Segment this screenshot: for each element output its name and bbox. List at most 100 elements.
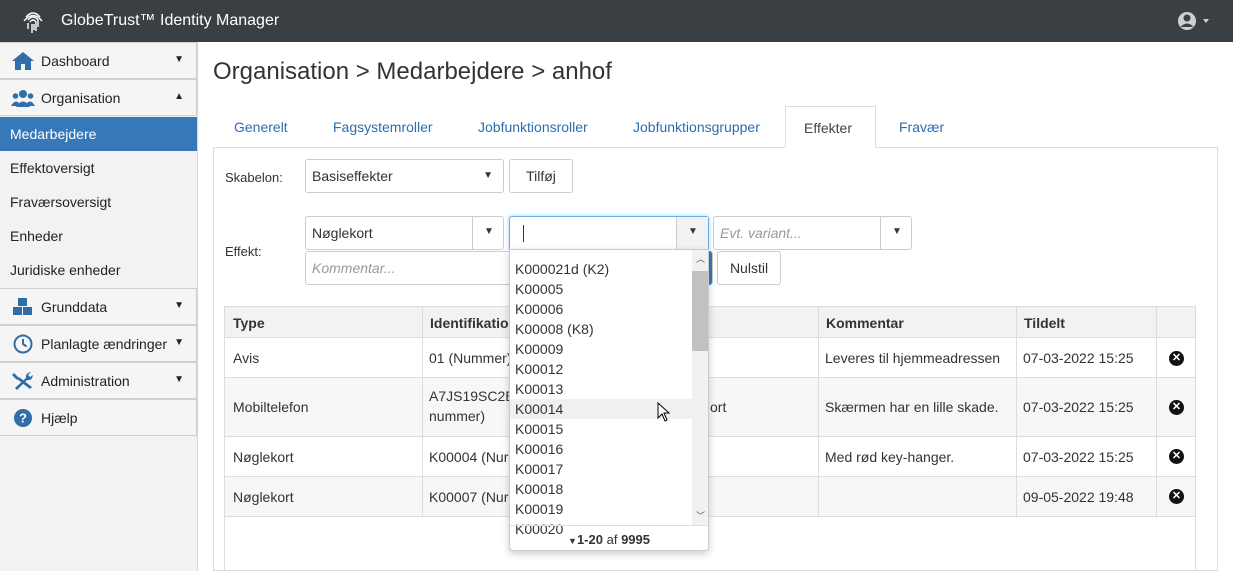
cell-tildelt: 07-03-2022 15:25	[1023, 449, 1134, 465]
identifikation-select-arrow[interactable]: ▼	[676, 217, 708, 249]
sidebar-item-organisation[interactable]: Organisation ▲	[0, 79, 197, 116]
column-divider	[1016, 307, 1017, 517]
pagination-range: 1-20	[576, 532, 603, 547]
delete-icon[interactable]: ✕	[1169, 449, 1184, 464]
sidebar-subitem-label: Enheder	[10, 228, 63, 244]
cell-type: Nøglekort	[233, 489, 294, 505]
sidebar-item-label: Planlagte ændringer	[41, 336, 168, 352]
scroll-up-icon[interactable]: ︿	[696, 252, 705, 265]
table-row: Avis 01 (Nummer) Leveres til hjemmeadres…	[225, 338, 1195, 378]
page-title: Organisation > Medarbejdere > anhof	[213, 58, 612, 85]
dropdown-option[interactable]: K00005	[510, 279, 692, 299]
user-avatar-icon	[1178, 12, 1209, 30]
sidebar-subitem-juridiske-enheder[interactable]: Juridiske enheder	[0, 253, 197, 287]
variant-placeholder: Evt. variant...	[720, 225, 802, 241]
effects-table: Type Identifikatio Kommentar Tildelt Avi…	[224, 306, 1196, 571]
caret-down-icon: ▼	[174, 54, 184, 65]
sidebar-subitem-effektoversigt[interactable]: Effektoversigt	[0, 151, 197, 185]
cell-type: Mobiltelefon	[233, 399, 309, 415]
tab-fravaer[interactable]: Fravær	[899, 106, 944, 148]
skabelon-select[interactable]: Basiseffekter ▼	[305, 159, 504, 193]
tab-fagsystemroller[interactable]: Fagsystemroller	[333, 106, 433, 148]
dropdown-option[interactable]: K00016	[510, 439, 692, 459]
cell-type: Avis	[233, 350, 260, 366]
cell-identifikation: A7JS19SC2E	[429, 388, 515, 404]
cell-kommentar: Leveres til hjemmeadressen	[825, 350, 1001, 366]
effekt-value: Nøglekort	[312, 225, 373, 241]
identifikation-dropdown[interactable]: K000021d (K2) K00005 K00006 K00008 (K8) …	[509, 249, 709, 551]
dropdown-option[interactable]: K00006	[510, 299, 692, 319]
sidebar-item-label: Administration	[41, 373, 130, 389]
caret-down-icon: ▼	[174, 374, 184, 385]
dropdown-option[interactable]: K00008 (K8)	[510, 319, 692, 339]
tab-jobfunktionsroller[interactable]: Jobfunktionsroller	[478, 106, 588, 148]
column-header-type[interactable]: Type	[225, 307, 422, 338]
variant-select-arrow[interactable]: ▼	[880, 217, 912, 249]
user-menu[interactable]	[1177, 11, 1217, 31]
cell-identifikation: K00007 (Nur	[429, 489, 509, 505]
effekt-select[interactable]: Nøglekort ▼	[305, 216, 504, 250]
tab-effekter[interactable]: Effekter	[785, 106, 876, 148]
sidebar-item-administration[interactable]: Administration ▼	[0, 362, 197, 399]
cell-variant: ort	[710, 399, 727, 415]
pagination-total: 9995	[621, 532, 650, 547]
variant-select[interactable]: Evt. variant... ▼	[713, 216, 912, 250]
cell-tildelt: 07-03-2022 15:25	[1023, 350, 1134, 366]
sidebar-subitem-medarbejdere[interactable]: Medarbejdere	[0, 117, 197, 151]
sidebar-item-hjaelp[interactable]: ? Hjælp	[0, 399, 197, 436]
cell-identifikation: K00004 (Nur	[429, 449, 509, 465]
dropdown-option[interactable]: K00013	[510, 379, 692, 399]
identifikation-combobox[interactable]: ▼	[509, 216, 709, 250]
text-cursor	[523, 225, 524, 242]
mouse-pointer-icon	[657, 402, 671, 422]
scroll-down-icon[interactable]: ﹀	[696, 509, 705, 522]
column-divider	[818, 307, 819, 517]
reset-button[interactable]: Nulstil	[717, 251, 781, 285]
cell-tildelt: 07-03-2022 15:25	[1023, 399, 1134, 415]
dropdown-option[interactable]: K00019	[510, 499, 692, 519]
delete-icon[interactable]: ✕	[1169, 489, 1184, 504]
add-button[interactable]: Tilføj	[509, 159, 573, 193]
column-header-kommentar[interactable]: Kommentar	[818, 307, 1016, 338]
dropdown-option[interactable]: K00017	[510, 459, 692, 479]
dropdown-option[interactable]: K00018	[510, 479, 692, 499]
dropdown-scrollbar-thumb[interactable]	[692, 271, 708, 351]
home-icon	[12, 52, 34, 70]
cell-identifikation: 01 (Nummer)	[429, 350, 512, 366]
sidebar-item-grunddata[interactable]: Grunddata ▼	[0, 288, 197, 325]
effekt-label: Effekt:	[225, 244, 262, 259]
sidebar-subitem-label: Fraværsoversigt	[10, 194, 112, 210]
clock-icon	[13, 334, 33, 354]
tab-jobfunktionsgrupper[interactable]: Jobfunktionsgrupper	[633, 106, 760, 148]
caret-down-icon: ▼	[174, 300, 184, 311]
caret-down-icon: ▼	[568, 536, 577, 546]
cubes-icon	[13, 298, 32, 315]
cell-kommentar: Med rød key-hanger.	[825, 449, 955, 465]
help-icon: ?	[14, 409, 32, 427]
dropdown-list[interactable]: K000021d (K2) K00005 K00006 K00008 (K8) …	[510, 259, 692, 539]
tab-bar: Generelt Fagsystemroller Jobfunktionsrol…	[213, 106, 1218, 148]
sidebar: Dashboard ▼ Organisation ▲ Medarbejdere …	[0, 42, 198, 571]
dropdown-option[interactable]: K00012	[510, 359, 692, 379]
skabelon-value: Basiseffekter	[312, 168, 393, 184]
dropdown-option[interactable]: K000021d (K2)	[510, 259, 692, 279]
app-title[interactable]: GlobeTrust™ Identity Manager	[61, 12, 279, 30]
table-row: Mobiltelefon A7JS19SC2E nummer) ort Skær…	[225, 378, 1195, 437]
cell-identifikation-line2: nummer)	[429, 408, 486, 424]
column-header-tildelt[interactable]: Tildelt	[1016, 307, 1156, 338]
dropdown-option[interactable]: K00015	[510, 419, 692, 439]
delete-icon[interactable]: ✕	[1169, 351, 1184, 366]
column-divider	[1156, 307, 1157, 517]
tab-generelt[interactable]: Generelt	[234, 106, 288, 148]
cell-tildelt: 09-05-2022 19:48	[1023, 489, 1134, 505]
sidebar-subitem-fravaersoversigt[interactable]: Fraværsoversigt	[0, 185, 197, 219]
table-row: Nøglekort K00004 (Nur Med rød key-hanger…	[225, 437, 1195, 477]
delete-icon[interactable]: ✕	[1169, 400, 1184, 415]
sidebar-subitem-enheder[interactable]: Enheder	[0, 219, 197, 253]
sidebar-item-planlagte-aendringer[interactable]: Planlagte ændringer ▼	[0, 325, 197, 362]
dropdown-option[interactable]: K00009	[510, 339, 692, 359]
caret-down-icon: ▼	[484, 226, 494, 237]
sidebar-item-dashboard[interactable]: Dashboard ▼	[0, 42, 197, 79]
effekt-select-arrow[interactable]: ▼	[472, 217, 504, 249]
caret-down-icon: ▼	[892, 226, 902, 237]
